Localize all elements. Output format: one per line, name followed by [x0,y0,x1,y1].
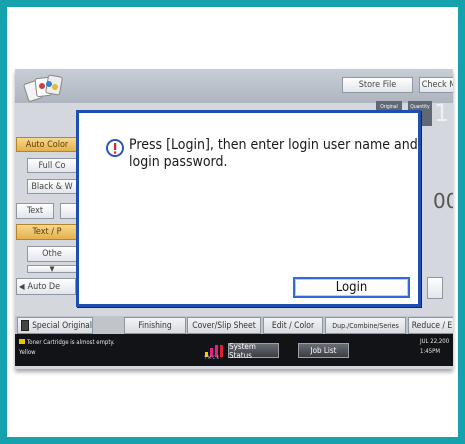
exclamation-info-icon [106,139,124,157]
other-mode-button[interactable]: Othe [27,246,77,262]
tab-special-original-label: Special Original [32,320,92,331]
tab-special-original[interactable]: Special Original [17,317,93,334]
tab-finishing[interactable]: Finishing [124,317,186,334]
login-button[interactable]: Login [293,277,410,298]
black-and-white-button[interactable]: Black & W [27,179,77,194]
toner-level-icon: Y M C K [203,343,227,360]
density-scroll-button[interactable]: ▼ [27,265,77,273]
toner-warning-text: Toner Cartridge is almost empty. [19,339,115,347]
text-photo-button[interactable]: Text / P [16,224,78,240]
auto-density-label: Auto De [27,281,61,292]
job-list-button[interactable]: Job List [298,343,349,358]
tab-dup-combine-series[interactable]: Dup./Combine/Series [325,317,406,334]
tab-cover-slip-sheet[interactable]: Cover/Slip Sheet [187,317,261,334]
reproduction-ratio: 00% [433,189,453,213]
svg-text:Y M C K: Y M C K [203,355,220,359]
toner-message: Toner Cartridge is almost empty. [27,339,115,346]
left-arrow-icon: ◀ [19,282,25,291]
status-date: JUL 22,200 [420,338,450,345]
mode-logo-icon [22,72,64,102]
auto-color-button[interactable]: Auto Color [16,137,78,152]
toner-color: Yellow [19,349,36,356]
original-type-icon [21,320,30,331]
text-mode-button[interactable]: Text [16,203,54,219]
tab-reduce-enlarge[interactable]: Reduce / E [408,317,453,334]
system-status-button[interactable]: System Status [228,342,279,360]
right-side-button[interactable] [427,277,443,299]
store-file-button[interactable]: Store File [342,77,413,93]
status-time: 1:45PM [420,348,441,355]
full-color-button[interactable]: Full Co [27,158,77,173]
quantity-value: 1 [434,99,450,127]
tab-edit-color[interactable]: Edit / Color [263,317,323,334]
toner-icon [19,339,25,344]
dialog-message: Press [Login], then enter login user nam… [129,137,418,170]
login-prompt-dialog: Press [Login], then enter login user nam… [76,110,421,307]
check-modes-button[interactable]: Check M [419,77,453,93]
auto-density-button[interactable]: ◀ Auto De [16,278,76,295]
